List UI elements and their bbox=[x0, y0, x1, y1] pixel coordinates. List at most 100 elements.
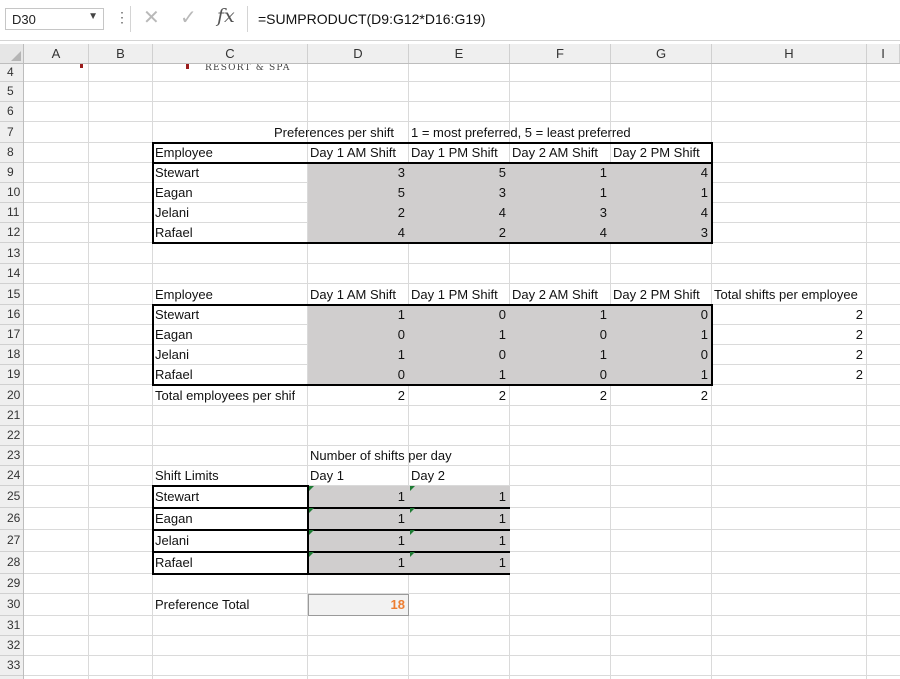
preferences-header-cell[interactable]: Day 1 PM Shift bbox=[411, 143, 498, 163]
row-header-10[interactable]: 10 bbox=[0, 183, 23, 203]
preferences-value-cell[interactable]: 2 bbox=[308, 203, 405, 223]
preferences-value-cell[interactable]: 2 bbox=[409, 223, 506, 243]
total-shifts-cell[interactable]: 2 bbox=[712, 365, 863, 385]
shift-limits-group-label[interactable]: Number of shifts per day bbox=[310, 446, 452, 466]
column-header-d[interactable]: D bbox=[308, 44, 409, 63]
shift-limit-cell[interactable]: 1 bbox=[409, 552, 506, 574]
preferences-employee-cell[interactable]: Eagan bbox=[155, 183, 193, 203]
preferences-employee-cell[interactable]: Jelani bbox=[155, 203, 189, 223]
row-header-26[interactable]: 26 bbox=[0, 508, 23, 530]
assignments-employee-cell[interactable]: Rafael bbox=[155, 365, 193, 385]
row-header-11[interactable]: 11 bbox=[0, 203, 23, 223]
column-header-g[interactable]: G bbox=[611, 44, 712, 63]
column-header-b[interactable]: B bbox=[89, 44, 153, 63]
row-header-24[interactable]: 24 bbox=[0, 466, 23, 486]
preferences-value-cell[interactable]: 1 bbox=[611, 183, 708, 203]
insert-function-icon[interactable]: fx bbox=[217, 5, 235, 27]
preferences-value-cell[interactable]: 3 bbox=[510, 203, 607, 223]
total-shifts-cell[interactable]: 2 bbox=[712, 305, 863, 325]
preference-total-value[interactable]: 18 bbox=[308, 594, 405, 616]
column-header-a[interactable]: A bbox=[24, 44, 89, 63]
preferences-value-cell[interactable]: 4 bbox=[308, 223, 405, 243]
row-header-19[interactable]: 19 bbox=[0, 365, 23, 385]
assignments-header-cell[interactable]: Total shifts per employee bbox=[714, 284, 858, 305]
preferences-header-cell[interactable]: Day 2 AM Shift bbox=[512, 143, 598, 163]
row-header-21[interactable]: 21 bbox=[0, 406, 23, 426]
row-header-27[interactable]: 27 bbox=[0, 530, 23, 552]
total-employees-cell[interactable]: 2 bbox=[510, 385, 607, 406]
sheet-grid[interactable]: RESORT & SPA Preferences per shift 1 = mos… bbox=[24, 64, 900, 679]
shift-limits-header-cell[interactable]: Day 2 bbox=[411, 466, 445, 486]
row-header-18[interactable]: 18 bbox=[0, 345, 23, 365]
row-header-9[interactable]: 9 bbox=[0, 163, 23, 183]
total-employees-cell[interactable]: 2 bbox=[611, 385, 708, 406]
preferences-value-cell[interactable]: 3 bbox=[611, 223, 708, 243]
assignments-value-cell[interactable]: 0 bbox=[611, 305, 708, 325]
select-all-button[interactable] bbox=[0, 44, 24, 64]
row-header-12[interactable]: 12 bbox=[0, 223, 23, 243]
assignments-value-cell[interactable]: 0 bbox=[409, 305, 506, 325]
row-header-32[interactable]: 32 bbox=[0, 636, 23, 656]
total-shifts-cell[interactable]: 2 bbox=[712, 345, 863, 365]
assignments-employee-cell[interactable]: Stewart bbox=[155, 305, 199, 325]
row-header-15[interactable]: 15 bbox=[0, 284, 23, 305]
assignments-value-cell[interactable]: 1 bbox=[409, 365, 506, 385]
assignments-value-cell[interactable]: 0 bbox=[308, 325, 405, 345]
shift-limits-label[interactable]: Shift Limits bbox=[155, 466, 219, 486]
chevron-down-icon[interactable]: ▼ bbox=[88, 11, 98, 22]
shift-limit-cell[interactable]: 1 bbox=[409, 530, 506, 552]
row-header-17[interactable]: 17 bbox=[0, 325, 23, 345]
preferences-value-cell[interactable]: 4 bbox=[611, 203, 708, 223]
row-header-33[interactable]: 33 bbox=[0, 656, 23, 676]
more-options-icon[interactable]: ⋮ bbox=[115, 9, 129, 26]
row-header-25[interactable]: 25 bbox=[0, 486, 23, 508]
row-header-16[interactable]: 16 bbox=[0, 305, 23, 325]
row-header-23[interactable]: 23 bbox=[0, 446, 23, 466]
assignments-employee-cell[interactable]: Eagan bbox=[155, 325, 193, 345]
preferences-value-cell[interactable]: 4 bbox=[611, 163, 708, 183]
assignments-value-cell[interactable]: 1 bbox=[308, 345, 405, 365]
column-header-h[interactable]: H bbox=[712, 44, 867, 63]
row-header-13[interactable]: 13 bbox=[0, 243, 23, 264]
column-header-c[interactable]: C bbox=[153, 44, 308, 63]
preferences-value-cell[interactable]: 1 bbox=[510, 163, 607, 183]
preferences-value-cell[interactable]: 1 bbox=[510, 183, 607, 203]
name-box[interactable]: D30 ▼ bbox=[5, 8, 104, 30]
preferences-header-cell[interactable]: Day 1 AM Shift bbox=[310, 143, 396, 163]
assignments-value-cell[interactable]: 1 bbox=[308, 305, 405, 325]
column-header-i[interactable]: I bbox=[867, 44, 900, 63]
shift-limit-cell[interactable]: 1 bbox=[409, 486, 506, 508]
assignments-header-cell[interactable]: Employee bbox=[155, 284, 213, 305]
assignments-header-cell[interactable]: Day 2 PM Shift bbox=[613, 284, 700, 305]
assignments-value-cell[interactable]: 0 bbox=[510, 365, 607, 385]
preferences-legend[interactable]: 1 = most preferred, 5 = least preferred bbox=[411, 122, 631, 143]
column-header-e[interactable]: E bbox=[409, 44, 510, 63]
preference-total-label[interactable]: Preference Total bbox=[155, 594, 249, 616]
preferences-employee-cell[interactable]: Stewart bbox=[155, 163, 199, 183]
shift-limit-cell[interactable]: 1 bbox=[308, 530, 405, 552]
shift-limits-header-cell[interactable]: Day 1 bbox=[310, 466, 344, 486]
total-employees-label[interactable]: Total employees per shif bbox=[155, 385, 295, 406]
row-header-28[interactable]: 28 bbox=[0, 552, 23, 574]
assignments-header-cell[interactable]: Day 2 AM Shift bbox=[512, 284, 598, 305]
assignments-value-cell[interactable]: 1 bbox=[409, 325, 506, 345]
shift-limit-cell[interactable]: 1 bbox=[308, 508, 405, 530]
row-header-4[interactable]: 4 bbox=[0, 64, 23, 82]
assignments-header-cell[interactable]: Day 1 PM Shift bbox=[411, 284, 498, 305]
row-header-8[interactable]: 8 bbox=[0, 143, 23, 163]
row-header-20[interactable]: 20 bbox=[0, 385, 23, 406]
assignments-value-cell[interactable]: 1 bbox=[611, 365, 708, 385]
assignments-value-cell[interactable]: 0 bbox=[308, 365, 405, 385]
assignments-header-cell[interactable]: Day 1 AM Shift bbox=[310, 284, 396, 305]
row-header-7[interactable]: 7 bbox=[0, 122, 23, 143]
shift-limit-cell[interactable]: 1 bbox=[308, 486, 405, 508]
formula-input[interactable]: =SUMPRODUCT(D9:G12*D16:G19) bbox=[258, 11, 486, 27]
assignments-value-cell[interactable]: 0 bbox=[611, 345, 708, 365]
preferences-value-cell[interactable]: 4 bbox=[510, 223, 607, 243]
assignments-employee-cell[interactable]: Jelani bbox=[155, 345, 189, 365]
column-header-f[interactable]: F bbox=[510, 44, 611, 63]
assignments-value-cell[interactable]: 1 bbox=[510, 305, 607, 325]
assignments-value-cell[interactable]: 1 bbox=[611, 325, 708, 345]
row-header-5[interactable]: 5 bbox=[0, 82, 23, 102]
row-header-31[interactable]: 31 bbox=[0, 616, 23, 636]
